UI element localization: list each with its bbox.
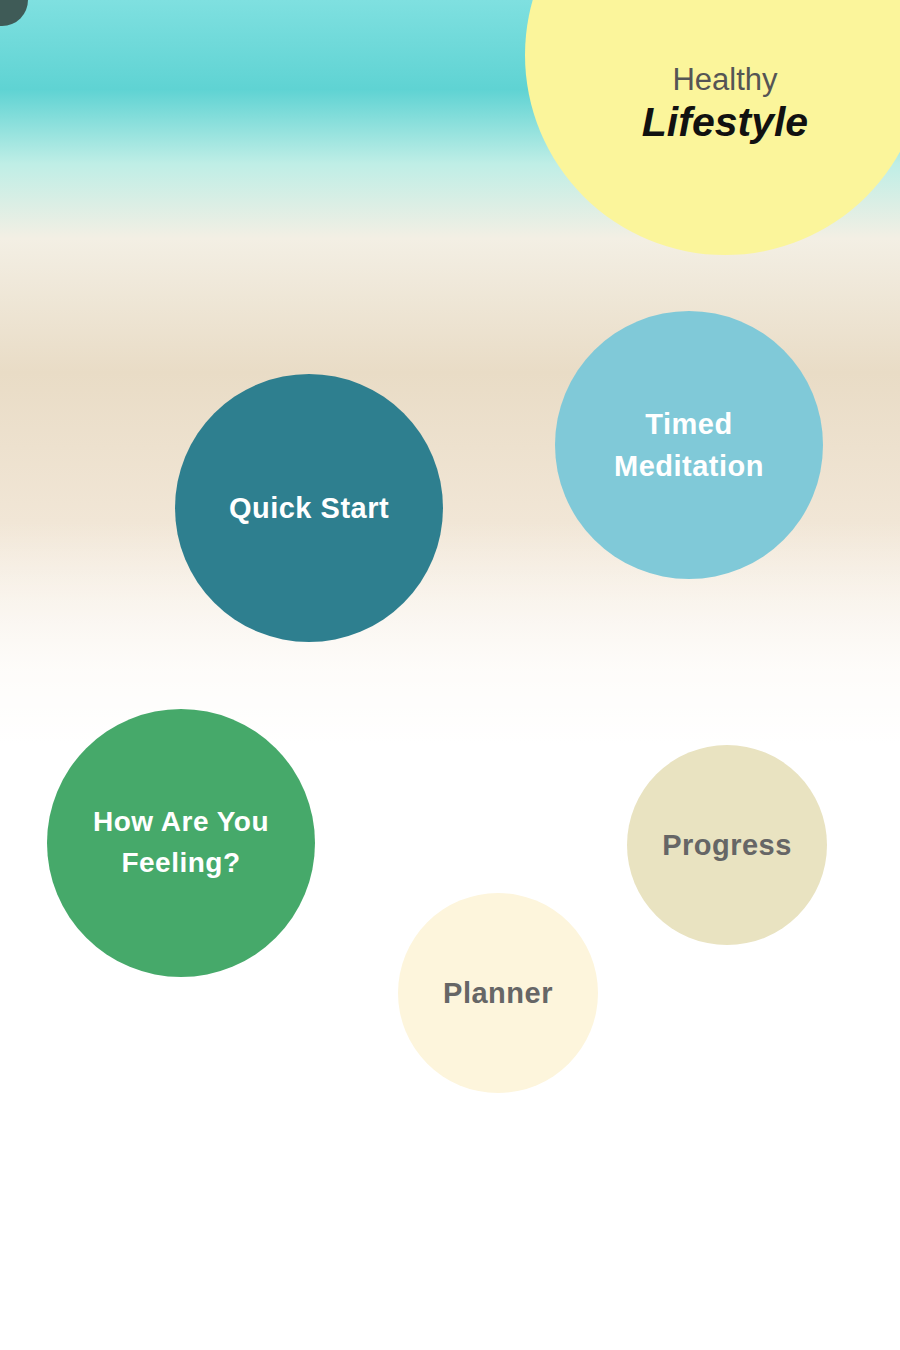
- title-line: Lifestyle: [642, 98, 808, 147]
- menu-label: Progress: [662, 824, 792, 866]
- menu-bubble[interactable]: How Are You Feeling?: [47, 709, 315, 977]
- menu-bubble[interactable]: Quick Start: [175, 374, 443, 642]
- title-line: Healthy: [672, 61, 777, 98]
- menu-bubble[interactable]: Planner: [398, 893, 598, 1093]
- menu-label: Quick Start: [229, 487, 389, 529]
- menu-bubble[interactable]: Timed Meditation: [555, 311, 823, 579]
- menu-label: How Are You Feeling?: [75, 802, 287, 883]
- menu-bubble[interactable]: Progress: [627, 745, 827, 945]
- rock: [0, 0, 28, 26]
- menu-label: Timed Meditation: [583, 403, 795, 487]
- menu-label: Planner: [443, 972, 553, 1014]
